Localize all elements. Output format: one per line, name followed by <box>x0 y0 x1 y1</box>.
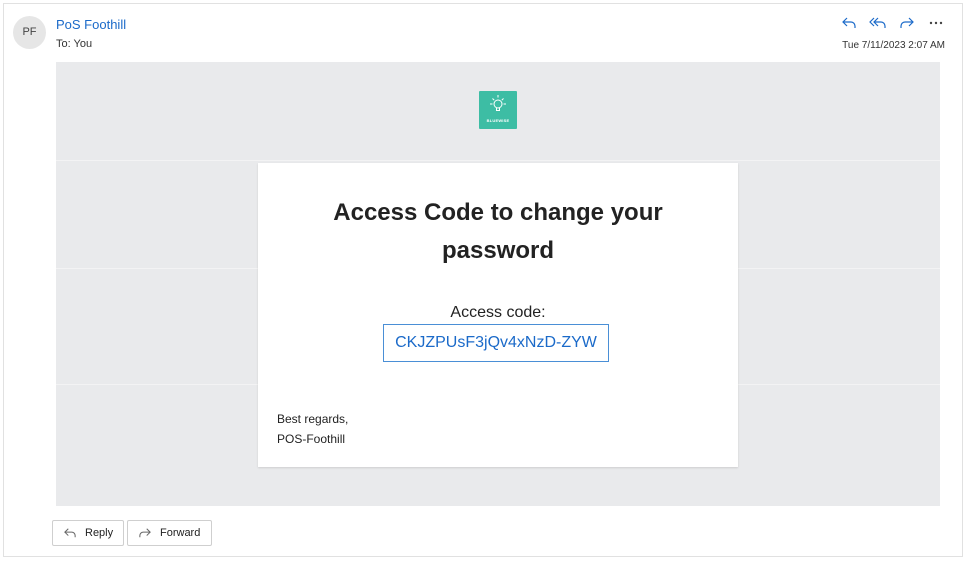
avatar[interactable]: PF <box>13 16 46 49</box>
signature-sender: POS-Foothill <box>277 432 346 446</box>
recipient-name[interactable]: You <box>74 38 93 50</box>
message-date: Tue 7/11/2023 2:07 AM <box>842 40 945 51</box>
reply-button[interactable]: Reply <box>52 520 124 546</box>
access-code-label: Access code: <box>450 304 546 321</box>
reply-all-icon[interactable] <box>867 13 889 33</box>
recipient-line: To: You <box>56 38 92 50</box>
to-label: To: <box>56 38 71 50</box>
reply-icon[interactable] <box>838 13 860 33</box>
access-code-value[interactable]: CKJZPUsF3jQv4xNzD-ZYW <box>383 324 609 362</box>
message-body: BLUEWISE Access Code to change your pass… <box>56 62 940 506</box>
forward-button[interactable]: Forward <box>127 520 212 546</box>
reply-button-label: Reply <box>85 527 114 539</box>
message-card: Access Code to change your password Acce… <box>258 163 738 467</box>
reply-icon <box>63 527 77 539</box>
brand-logo: BLUEWISE <box>479 91 517 129</box>
divider <box>56 160 940 161</box>
forward-icon[interactable] <box>896 13 918 33</box>
forward-icon <box>138 527 152 539</box>
sender-name[interactable]: PoS Foothill <box>56 17 126 32</box>
message-title: Access Code to change your password <box>333 199 663 264</box>
lightbulb-icon <box>490 95 506 111</box>
signature: Best regards, POS-Foothill <box>277 409 348 449</box>
forward-button-label: Forward <box>160 527 201 539</box>
signature-greeting: Best regards, <box>277 412 349 426</box>
logo-text: BLUEWISE <box>486 118 510 123</box>
message-actions <box>838 13 947 33</box>
more-options-icon[interactable] <box>925 13 947 33</box>
